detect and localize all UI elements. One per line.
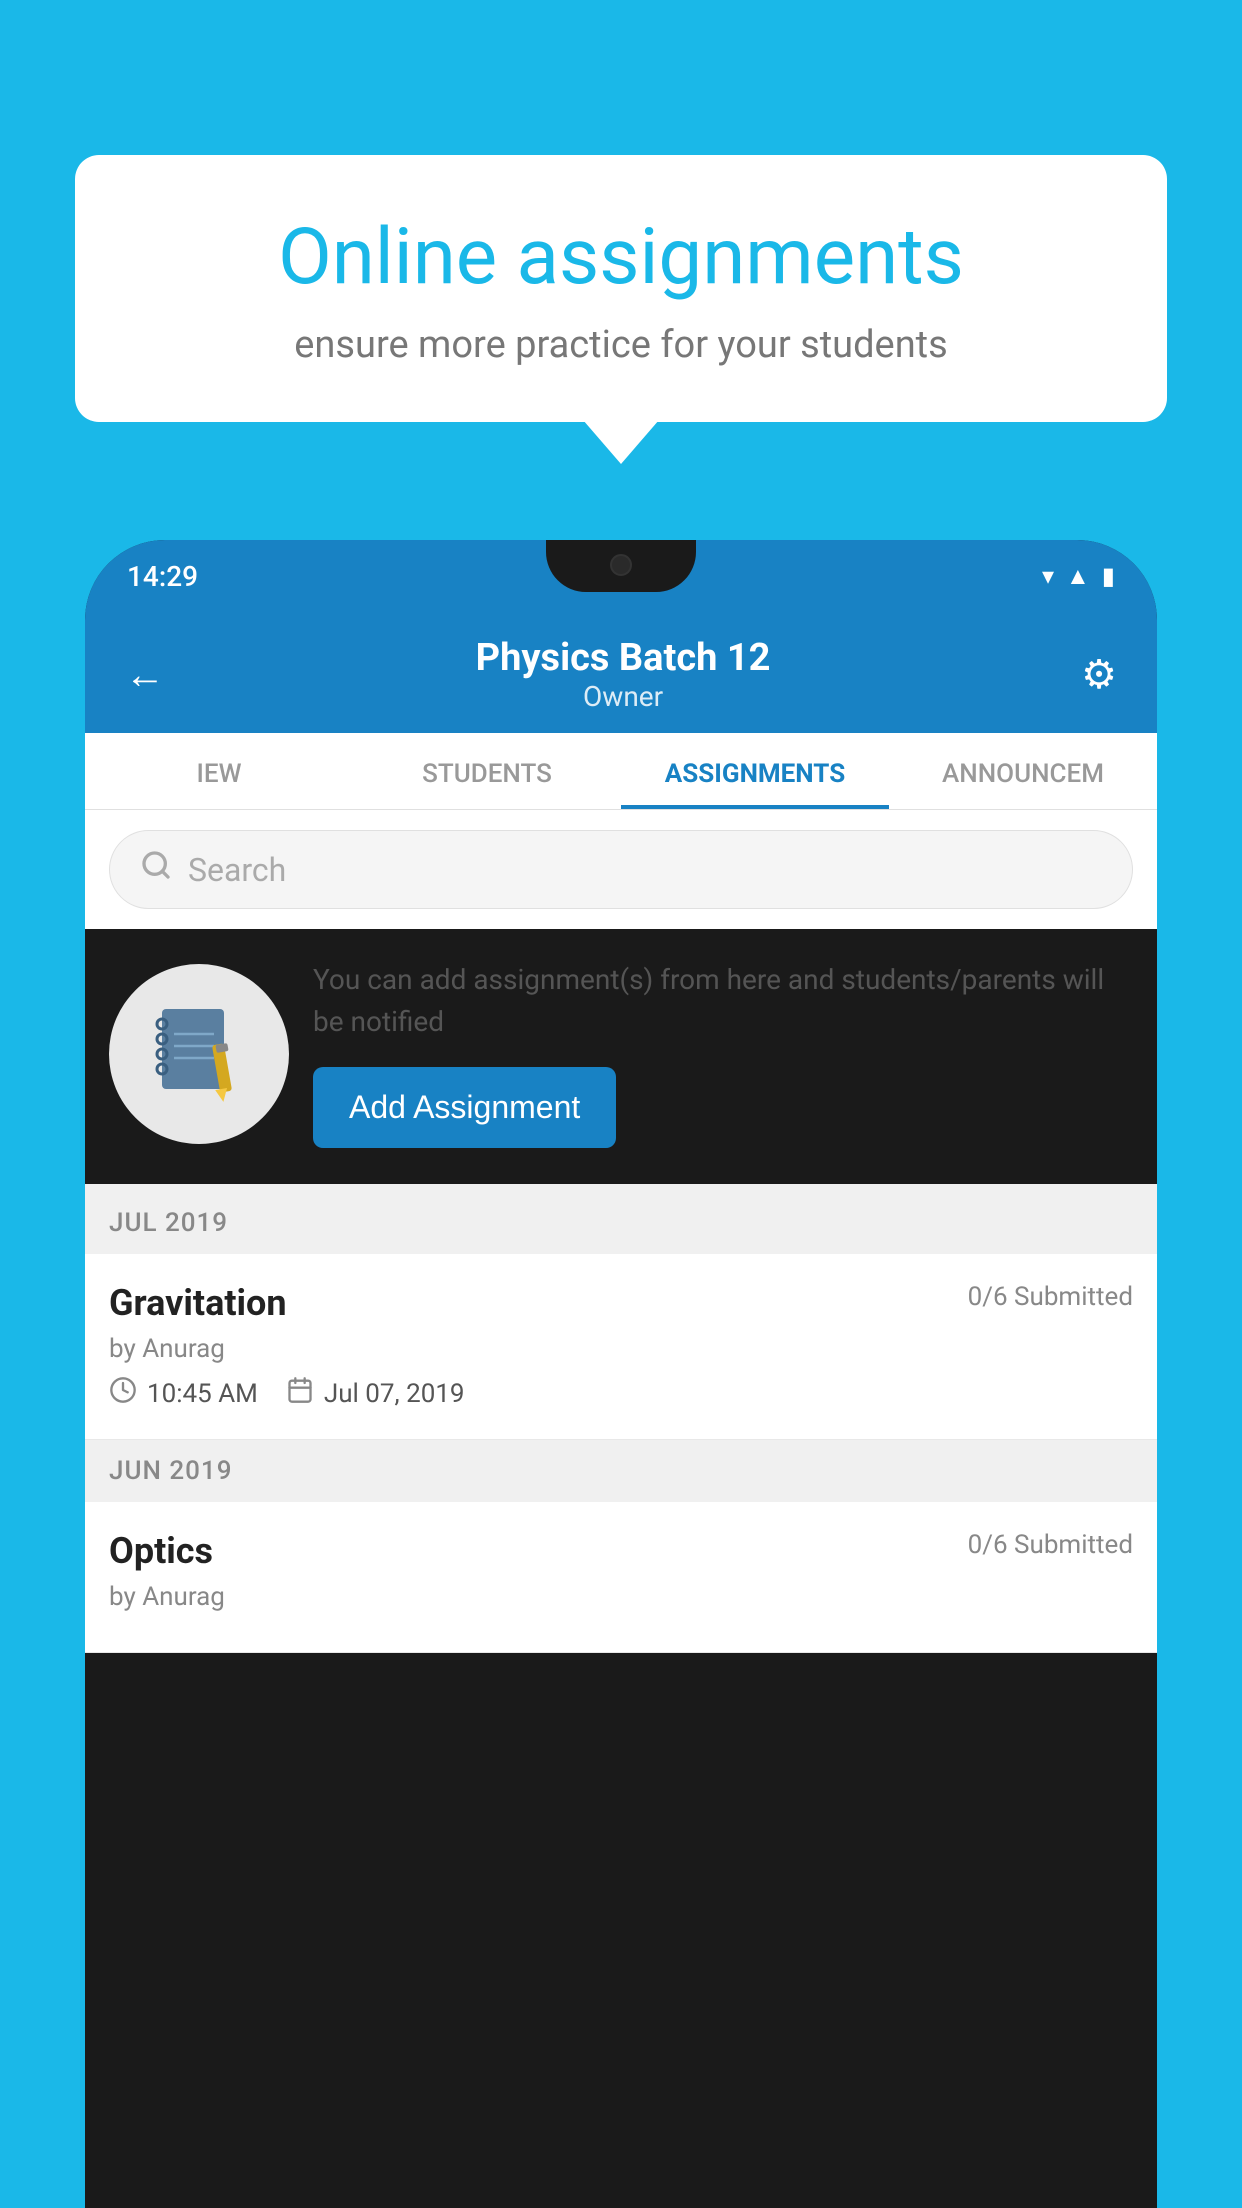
tab-assignments[interactable]: ASSIGNMENTS — [621, 733, 889, 809]
assignment-by-optics: by Anurag — [109, 1582, 1133, 1612]
notch — [546, 540, 696, 592]
calendar-icon — [286, 1376, 314, 1411]
phone-frame: 14:29 ▾ ▲ ▮ ← Physics Batch 12 Owner ⚙ I… — [85, 540, 1157, 2208]
tab-students[interactable]: STUDENTS — [353, 733, 621, 809]
back-button[interactable]: ← — [125, 651, 165, 698]
speech-bubble: Online assignments ensure more practice … — [75, 155, 1167, 422]
assignment-submitted-optics: 0/6 Submitted — [968, 1530, 1133, 1560]
month-header-jul: JUL 2019 — [85, 1192, 1157, 1254]
tab-announcements[interactable]: ANNOUNCEM — [889, 733, 1157, 809]
assignment-row-top: Gravitation 0/6 Submitted — [109, 1282, 1133, 1324]
camera-icon — [610, 554, 632, 576]
assignment-name-optics: Optics — [109, 1530, 213, 1572]
header-subtitle: Owner — [476, 680, 771, 713]
assignment-row-top-optics: Optics 0/6 Submitted — [109, 1530, 1133, 1572]
meta-date: Jul 07, 2019 — [286, 1376, 465, 1411]
promo-description: You can add assignment(s) from here and … — [313, 959, 1133, 1043]
tab-view[interactable]: IEW — [85, 733, 353, 809]
assignment-date: Jul 07, 2019 — [324, 1379, 465, 1409]
header-title: Physics Batch 12 — [476, 636, 771, 680]
meta-time: 10:45 AM — [109, 1376, 258, 1411]
add-assignment-button[interactable]: Add Assignment — [313, 1067, 616, 1148]
speech-bubble-container: Online assignments ensure more practice … — [75, 155, 1167, 422]
search-bar[interactable]: Search — [109, 830, 1133, 909]
notebook-icon — [154, 1004, 244, 1104]
header-center: Physics Batch 12 Owner — [476, 636, 771, 713]
assignment-item-optics[interactable]: Optics 0/6 Submitted by Anurag — [85, 1502, 1157, 1653]
settings-icon[interactable]: ⚙ — [1081, 651, 1117, 698]
assignment-by: by Anurag — [109, 1334, 1133, 1364]
promo-icon-circle — [109, 964, 289, 1144]
phone-container: 14:29 ▾ ▲ ▮ ← Physics Batch 12 Owner ⚙ I… — [85, 540, 1157, 2208]
app-header: ← Physics Batch 12 Owner ⚙ — [85, 612, 1157, 733]
battery-icon: ▮ — [1102, 562, 1115, 590]
assignment-name: Gravitation — [109, 1282, 287, 1324]
assignment-time: 10:45 AM — [147, 1379, 258, 1409]
status-icons: ▾ ▲ ▮ — [1042, 562, 1115, 591]
search-bar-container: Search — [85, 810, 1157, 929]
month-header-jun: JUN 2019 — [85, 1440, 1157, 1502]
clock-icon — [109, 1376, 137, 1411]
search-placeholder: Search — [188, 851, 286, 889]
promo-text-area: You can add assignment(s) from here and … — [313, 959, 1133, 1148]
promo-section: You can add assignment(s) from here and … — [85, 929, 1157, 1192]
status-time: 14:29 — [127, 560, 198, 593]
status-bar: 14:29 ▾ ▲ ▮ — [85, 540, 1157, 612]
bubble-subtitle: ensure more practice for your students — [145, 323, 1097, 367]
signal-icon: ▲ — [1066, 562, 1090, 591]
assignment-item-gravitation[interactable]: Gravitation 0/6 Submitted by Anurag 10:4… — [85, 1254, 1157, 1440]
search-icon — [140, 849, 172, 890]
bubble-title: Online assignments — [145, 215, 1097, 301]
assignment-submitted: 0/6 Submitted — [968, 1282, 1133, 1312]
assignment-meta: 10:45 AM Jul 07, 2019 — [109, 1376, 1133, 1411]
tab-bar: IEW STUDENTS ASSIGNMENTS ANNOUNCEM — [85, 733, 1157, 810]
wifi-icon: ▾ — [1042, 562, 1054, 590]
